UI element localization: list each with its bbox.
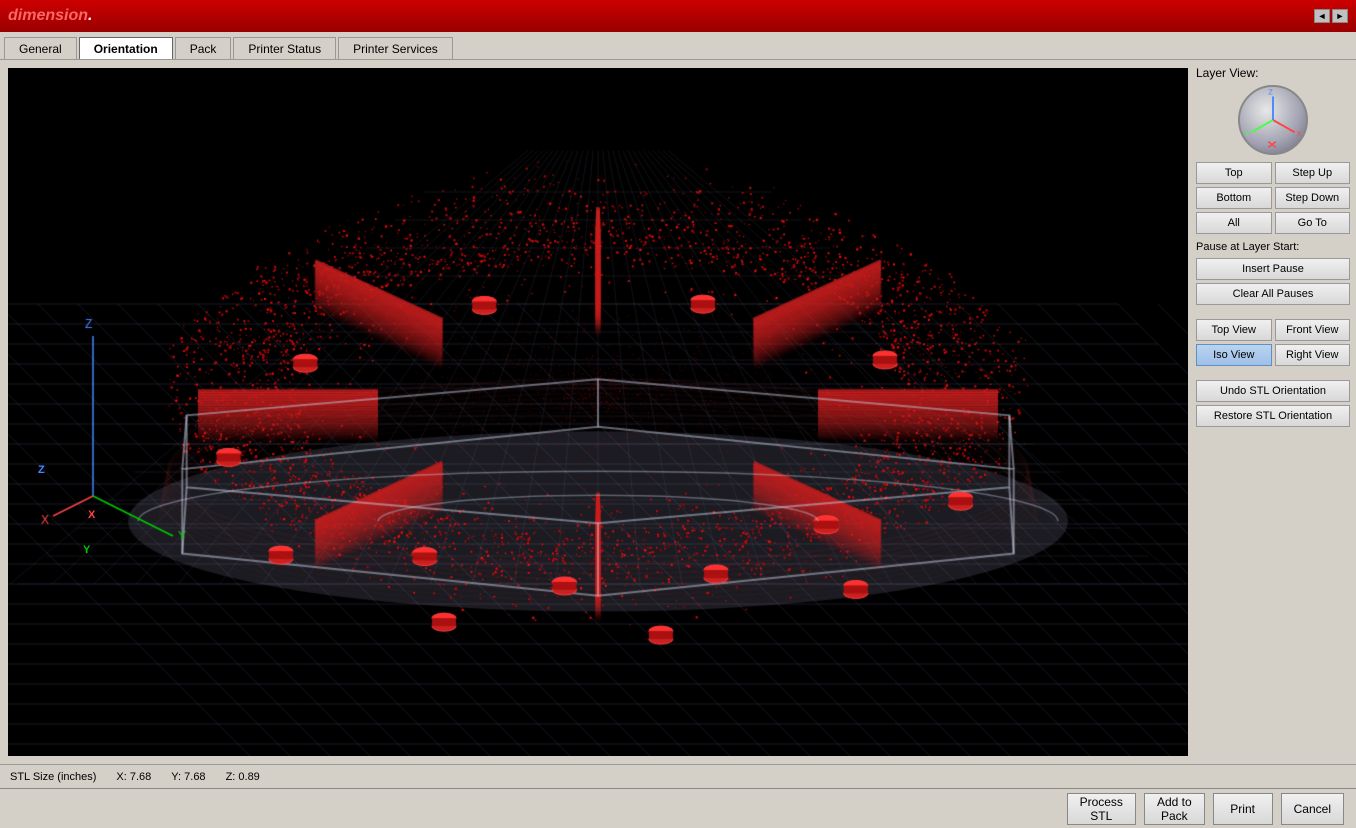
right-panel: Layer View: X Y Z Top Step Up [1196, 60, 1356, 764]
bottom-btn[interactable]: Bottom [1196, 187, 1272, 209]
pause-label: Pause at Layer Start: [1196, 241, 1350, 253]
iso-view-btn[interactable]: Iso View [1196, 344, 1272, 366]
go-to-btn[interactable]: Go To [1275, 212, 1351, 234]
app-logo: dimension. [8, 7, 92, 25]
tab-printer-status[interactable]: Printer Status [233, 37, 336, 59]
svg-text:X: X [1297, 129, 1302, 138]
svg-text:Z: Z [1268, 88, 1273, 97]
svg-text:Y: Y [1245, 129, 1250, 138]
layer-btn-row1: Top Step Up [1196, 162, 1350, 184]
restore-stl-btn[interactable]: Restore STL Orientation [1196, 405, 1350, 427]
view-btn-row1: Top View Front View [1196, 319, 1350, 341]
3d-viewport[interactable]: Z Y X [8, 68, 1188, 756]
top-btn[interactable]: Top [1196, 162, 1272, 184]
view-btn-row2: Iso View Right View [1196, 344, 1350, 366]
top-view-btn[interactable]: Top View [1196, 319, 1272, 341]
tab-pack[interactable]: Pack [175, 37, 232, 59]
x-value: X: 7.68 [116, 771, 151, 783]
stl-size-label: STL Size (inches) [10, 771, 96, 783]
layer-btn-row2: Bottom Step Down [1196, 187, 1350, 209]
separator2 [1196, 369, 1350, 377]
logo-text: dimension [8, 7, 88, 24]
right-view-btn[interactable]: Right View [1275, 344, 1351, 366]
cancel-btn[interactable]: Cancel [1281, 793, 1344, 825]
front-view-btn[interactable]: Front View [1275, 319, 1351, 341]
all-btn[interactable]: All [1196, 212, 1272, 234]
tab-orientation[interactable]: Orientation [79, 37, 173, 59]
z-value: Z: 0.89 [226, 771, 260, 783]
status-bar: STL Size (inches) X: 7.68 Y: 7.68 Z: 0.8… [0, 764, 1356, 788]
tab-bar: General Orientation Pack Printer Status … [0, 32, 1356, 60]
compass-svg: X Y Z [1240, 87, 1306, 153]
next-window-btn[interactable]: ► [1332, 9, 1348, 23]
add-to-pack-btn[interactable]: Add to Pack [1144, 793, 1205, 825]
prev-window-btn[interactable]: ◄ [1314, 9, 1330, 23]
layer-view-label: Layer View: [1196, 66, 1350, 80]
title-bar: dimension. ◄ ► [0, 0, 1356, 32]
undo-stl-btn[interactable]: Undo STL Orientation [1196, 380, 1350, 402]
main-area: Z Y X Layer View: X Y Z To [0, 60, 1356, 764]
orientation-compass: X Y Z [1238, 85, 1308, 155]
print-btn[interactable]: Print [1213, 793, 1273, 825]
process-stl-btn[interactable]: Process STL [1067, 793, 1136, 825]
x-axis-label: X [88, 509, 95, 521]
separator1 [1196, 308, 1350, 316]
step-down-btn[interactable]: Step Down [1275, 187, 1351, 209]
layer-btn-row3: All Go To [1196, 212, 1350, 234]
clear-all-pauses-btn[interactable]: Clear All Pauses [1196, 283, 1350, 305]
z-axis-label: Z [38, 464, 45, 476]
action-bar: Process STL Add to Pack Print Cancel [0, 788, 1356, 828]
insert-pause-btn[interactable]: Insert Pause [1196, 258, 1350, 280]
tab-printer-services[interactable]: Printer Services [338, 37, 453, 59]
y-axis-label: Y [83, 544, 90, 556]
y-value: Y: 7.68 [171, 771, 205, 783]
step-up-btn[interactable]: Step Up [1275, 162, 1351, 184]
grid-canvas [8, 68, 1188, 756]
window-controls[interactable]: ◄ ► [1314, 9, 1348, 23]
tab-general[interactable]: General [4, 37, 77, 59]
